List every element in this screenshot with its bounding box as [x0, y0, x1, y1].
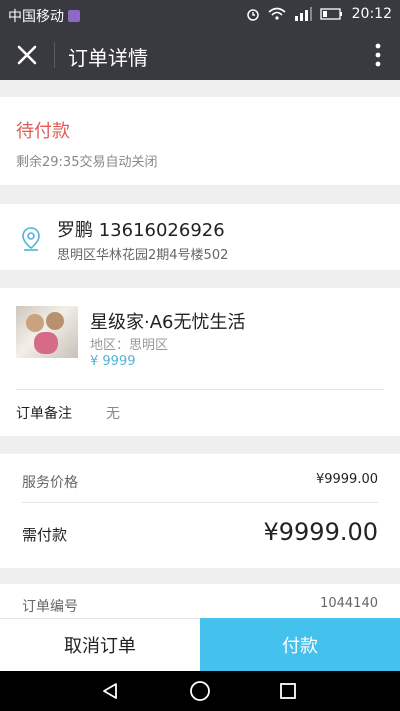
signal-icon	[294, 7, 312, 21]
carrier-label: 中国移动	[8, 9, 64, 25]
product-image-figure	[34, 332, 58, 354]
recipient-address: 思明区华林花园2期4号楼502	[57, 248, 229, 263]
remark-label: 订单备注	[16, 406, 72, 422]
remark-value: 无	[106, 406, 120, 422]
carrier-text: 中国移动	[8, 6, 80, 26]
divider	[22, 502, 378, 503]
close-icon[interactable]	[14, 42, 40, 68]
product-name[interactable]: 星级家·A6无忧生活	[90, 308, 246, 334]
order-info-card: 订单编号 1044140	[0, 584, 400, 618]
service-price-value: ¥9999.00	[315, 472, 378, 487]
order-number-value: 1044140	[320, 596, 378, 611]
order-status-title: 待付款	[16, 121, 70, 142]
address-card[interactable]: 罗鹏 13616026926 思明区华林花园2期4号楼502	[0, 204, 400, 270]
more-icon[interactable]	[374, 42, 382, 68]
recipient-name-phone: 罗鹏 13616026926	[57, 220, 225, 241]
battery-icon	[319, 8, 342, 20]
divider	[16, 389, 384, 390]
location-pin-icon	[22, 227, 40, 251]
product-region: 地区：思明区	[90, 338, 169, 353]
product-image[interactable]	[16, 306, 78, 358]
product-price: ¥ 9999	[90, 354, 136, 369]
amount-due-label: 需付款	[22, 526, 68, 544]
alarm-icon	[246, 9, 259, 21]
product-image-figure	[26, 314, 44, 332]
order-status-countdown: 剩余29:35交易自动关闭	[16, 155, 158, 170]
status-icons: 20:12	[246, 6, 392, 22]
amount-due-value: ¥9999.00	[263, 518, 378, 546]
order-number-label: 订单编号	[22, 599, 78, 615]
clock-text: 20:12	[351, 6, 392, 22]
price-card: 服务价格 ¥9999.00 需付款 ¥9999.00	[0, 454, 400, 568]
pay-button[interactable]: 付款	[200, 618, 400, 671]
app-bar: 订单详情	[0, 30, 400, 80]
home-icon[interactable]	[189, 680, 211, 702]
recent-apps-icon[interactable]	[279, 682, 297, 700]
product-card: 星级家·A6无忧生活 地区：思明区 ¥ 9999 订单备注 无	[0, 288, 400, 436]
page-title: 订单详情	[68, 46, 148, 70]
product-image-figure	[46, 312, 64, 330]
carrier-badge-icon	[68, 10, 80, 22]
app-bar-divider	[54, 42, 55, 68]
system-nav-bar	[0, 671, 400, 711]
status-bar: 中国移动 20:12	[0, 0, 400, 30]
service-price-label: 服务价格	[22, 475, 78, 491]
order-status-card: 待付款 剩余29:35交易自动关闭	[0, 97, 400, 185]
bottom-action-bar: 取消订单 付款	[0, 618, 400, 671]
back-icon[interactable]	[100, 681, 120, 701]
cancel-order-button[interactable]: 取消订单	[0, 618, 200, 671]
wifi-icon	[268, 7, 286, 20]
